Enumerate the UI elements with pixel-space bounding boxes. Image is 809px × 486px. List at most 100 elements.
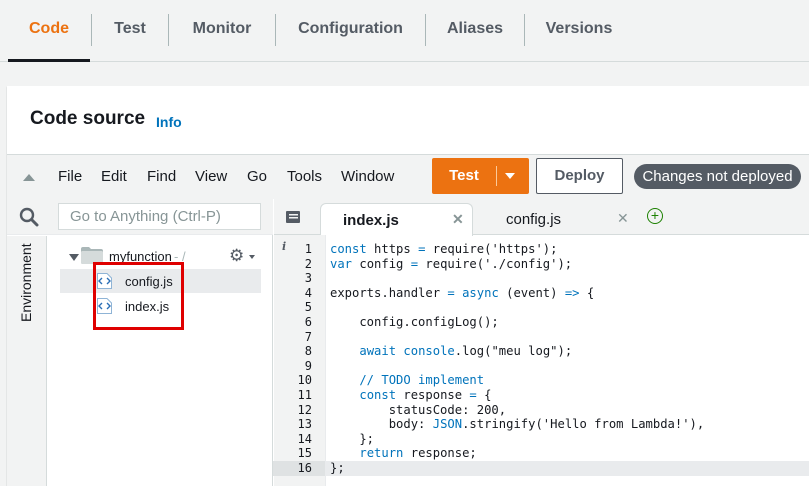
line-number: 15 [297, 446, 312, 461]
menu-window[interactable]: Window [341, 168, 394, 185]
search-icon[interactable] [19, 207, 39, 227]
menu-view[interactable]: View [195, 168, 227, 185]
code-line[interactable] [326, 359, 809, 374]
code-token: .stringify('Hello from Lambda!'), [462, 417, 705, 432]
menu-file[interactable]: File [58, 168, 82, 185]
editor-tab-label: index.js [343, 212, 399, 229]
tab-menu-icon[interactable] [285, 210, 301, 224]
code-line[interactable] [326, 300, 809, 315]
code-token: statusCode: 200, [330, 402, 507, 417]
tab-test[interactable]: Test [92, 0, 168, 62]
line-number: 10 [297, 373, 312, 388]
code-source-panel: Code source Info File Edit Find View Go … [7, 86, 809, 486]
line-number: 8 [304, 344, 312, 359]
code-token: .log("meu log"); [454, 344, 573, 359]
status-badge: Changes not deployed [634, 164, 801, 189]
code-line[interactable]: await console.log("meu log"); [326, 344, 809, 359]
code-token: { [579, 285, 595, 300]
tab-versions[interactable]: Versions [525, 0, 633, 62]
editor-tab-label: config.js [506, 211, 562, 228]
test-button[interactable]: Test [432, 158, 529, 194]
editor-tab-index[interactable]: index.js ✕ [320, 203, 473, 236]
environment-tab[interactable]: Environment [7, 236, 47, 336]
environment-label: Environment [18, 243, 34, 322]
code-line[interactable]: // TODO implement [326, 373, 809, 388]
gear-icon[interactable]: ⚙ [229, 246, 244, 266]
code-token: var [330, 256, 353, 271]
test-button-label: Test [449, 167, 479, 184]
code-token: response [396, 388, 470, 402]
line-number: 5 [304, 300, 312, 315]
code-token: { [476, 388, 492, 402]
code-token: async [462, 285, 499, 300]
code-token: JSON [432, 417, 463, 432]
code-token: exports.handler [330, 285, 448, 300]
add-tab-icon[interactable]: + [647, 208, 663, 224]
code-line[interactable]: body: JSON.stringify('Hello from Lambda!… [326, 417, 809, 432]
code-token: }; [330, 461, 345, 475]
code-line[interactable]: return response; [326, 446, 809, 461]
line-number: 11 [297, 388, 312, 402]
code-line[interactable]: const response = { [326, 388, 809, 403]
editor-tab-config[interactable]: config.js ✕ [484, 203, 639, 236]
expand-caret-icon[interactable] [69, 254, 79, 261]
function-tabs: Code Test Monitor Configuration Aliases … [0, 0, 809, 62]
red-highlight-box [93, 262, 184, 330]
menu-find[interactable]: Find [147, 168, 176, 185]
line-number: 4 [304, 285, 312, 300]
code-area[interactable]: const https = require('https'); var confi… [326, 235, 809, 486]
code-token: const [359, 388, 397, 402]
code-line[interactable]: const https = require('https'); [326, 242, 809, 257]
line-number: 6 [304, 315, 312, 329]
code-token: // TODO implement [330, 373, 485, 388]
code-token: = [410, 256, 419, 271]
line-number: 9 [304, 358, 312, 373]
line-number: 16 [273, 461, 325, 476]
collapse-caret-icon[interactable] [23, 174, 35, 181]
menu-edit[interactable]: Edit [101, 168, 127, 185]
info-link[interactable]: Info [156, 114, 182, 130]
editor-tab-bar: index.js ✕ config.js ✕ + [274, 199, 809, 236]
code-token: console [403, 344, 455, 359]
menu-tools[interactable]: Tools [287, 168, 322, 185]
code-token: => [564, 285, 580, 300]
go-to-anything-input[interactable] [58, 203, 261, 230]
code-token: https [366, 242, 419, 256]
deploy-button[interactable]: Deploy [536, 158, 623, 194]
code-line[interactable]: config.configLog(); [326, 315, 809, 330]
code-token: require('./config'); [418, 256, 573, 271]
close-icon[interactable]: ✕ [617, 210, 629, 227]
code-line[interactable]: exports.handler = async (event) => { [326, 286, 809, 301]
code-editor: index.js ✕ config.js ✕ + i 1 2 3 4 5 6 7 8 9 10 11… [273, 199, 809, 486]
line-number: 12 [297, 402, 312, 417]
code-line[interactable]: statusCode: 200, [326, 403, 809, 418]
line-number: 13 [297, 417, 312, 432]
chevron-down-icon[interactable] [249, 255, 255, 259]
tab-code[interactable]: Code [8, 0, 90, 62]
code-token: = [469, 388, 477, 402]
line-number: 1 [304, 242, 312, 256]
file-tree: myfunction - / ⚙ config.js index.js [48, 236, 273, 486]
menu-go[interactable]: Go [247, 168, 267, 185]
line-number: 7 [304, 329, 312, 344]
code-line[interactable] [326, 330, 809, 345]
code-token: }; [330, 431, 375, 446]
panel-header: Code source Info [7, 86, 809, 154]
chevron-down-icon[interactable] [505, 173, 515, 179]
code-line[interactable]: }; [326, 432, 809, 447]
code-token: body: [330, 417, 433, 432]
tab-configuration[interactable]: Configuration [276, 0, 425, 62]
code-token: await [359, 344, 397, 359]
tab-aliases[interactable]: Aliases [426, 0, 524, 62]
code-line[interactable]: }; [326, 461, 809, 476]
line-number-gutter: i 1 2 3 4 5 6 7 8 9 10 11 12 13 14 15 16 [273, 235, 326, 486]
search-row [7, 199, 273, 235]
code-line[interactable]: var config = require('./config'); [326, 257, 809, 272]
tab-monitor[interactable]: Monitor [169, 0, 275, 62]
code-token: return [359, 446, 404, 461]
code-line[interactable] [326, 271, 809, 286]
close-icon[interactable]: ✕ [452, 211, 464, 228]
